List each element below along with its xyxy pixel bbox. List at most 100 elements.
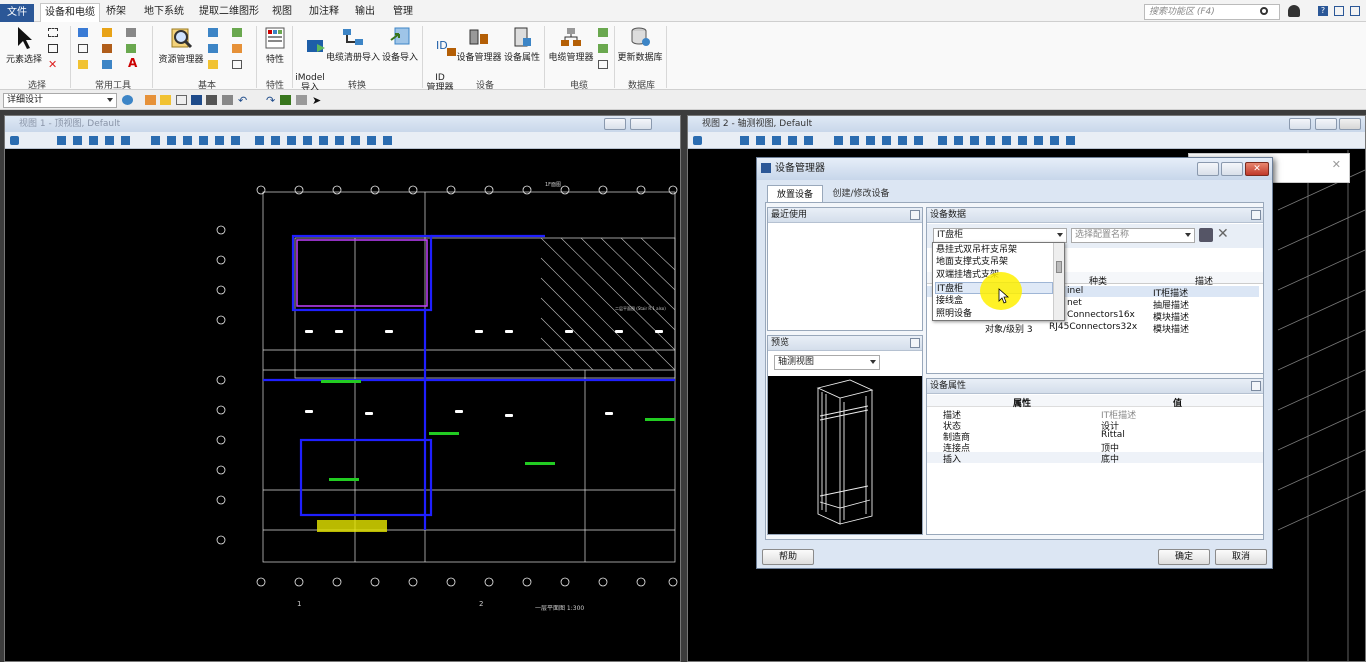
resource-manager-button[interactable]: 资源管理器 — [158, 26, 204, 65]
axis-label-1: 1 — [297, 600, 301, 608]
tab-manage[interactable]: 管理 — [389, 3, 417, 20]
globe-icon[interactable] — [122, 95, 133, 105]
pointer-icon[interactable]: ➤ — [312, 94, 323, 107]
tool-icon-1[interactable] — [78, 28, 88, 37]
dialog-close-button[interactable]: ✕ — [1245, 162, 1269, 176]
redo-icon[interactable]: ↷ — [266, 94, 277, 107]
cable-icon-2[interactable] — [598, 44, 608, 53]
config-name-select[interactable]: 选择配置名称 — [1071, 228, 1195, 243]
folder-icon[interactable] — [160, 95, 171, 105]
tab-bridge[interactable]: 桥架 — [102, 3, 130, 20]
cancel-button[interactable]: 取消 — [1215, 549, 1267, 565]
save-icon[interactable] — [191, 95, 202, 105]
user-icon[interactable] — [1288, 5, 1300, 17]
restore-icon[interactable] — [1350, 6, 1360, 16]
tool-icon-5[interactable] — [102, 44, 112, 53]
delete-icon[interactable]: ✕ — [48, 59, 58, 70]
text-icon[interactable]: A — [128, 57, 138, 69]
fence-icon[interactable] — [48, 28, 58, 37]
basic-icon-5[interactable] — [208, 60, 218, 69]
close-icon[interactable]: ✕ — [1332, 158, 1341, 171]
tool-icon-6[interactable] — [126, 44, 136, 53]
undo-icon[interactable]: ↶ — [238, 94, 249, 107]
properties-button[interactable]: 特性 — [260, 26, 290, 65]
table-row-kind[interactable]: inel — [1067, 286, 1083, 296]
prop-value[interactable]: 底中 — [1101, 452, 1119, 465]
dropdown-item[interactable]: 照明设备 — [935, 308, 1053, 320]
search-icon[interactable] — [1260, 7, 1268, 15]
basic-icon-2[interactable] — [232, 28, 242, 37]
tool-icon-3[interactable] — [126, 28, 136, 37]
print-icon[interactable] — [296, 95, 307, 105]
device-type-select[interactable]: IT盘柜 — [933, 228, 1067, 243]
device-manager-button[interactable]: 设备管理器 — [456, 26, 502, 63]
prop-value[interactable]: Rittal — [1101, 430, 1125, 440]
cable-list-import-button[interactable]: 电缆清册导入 — [326, 26, 380, 63]
tool-icon-8[interactable] — [102, 60, 112, 69]
mouse-pointer-icon — [998, 288, 1010, 304]
tool-icon-7[interactable] — [78, 60, 88, 69]
view-1-minimize-button[interactable] — [604, 118, 626, 130]
table-row-desc[interactable]: 模块描述 — [1153, 322, 1189, 335]
device-import-button[interactable]: 设备导入 — [382, 26, 418, 63]
pin-icon[interactable] — [910, 338, 920, 348]
properties-icon[interactable] — [222, 95, 233, 105]
dropdown-item[interactable]: 悬挂式双吊杆支吊架 — [935, 244, 1053, 256]
dialog-maximize-button[interactable] — [1221, 162, 1243, 176]
tab-create-modify[interactable]: 创建/修改设备 — [829, 185, 893, 203]
device-properties-button[interactable]: 设备属性 — [502, 26, 542, 63]
update-database-button[interactable]: 更新数据库 — [616, 26, 664, 63]
tab-device-cable[interactable]: 设备和电缆 — [40, 3, 100, 22]
open-folder-icon[interactable] — [145, 95, 156, 105]
tab-extract-2d[interactable]: 提取二维图形 — [195, 3, 263, 20]
element-select-button[interactable]: 元素选择 — [4, 26, 44, 65]
preview-mode-select[interactable]: 轴测视图 — [774, 355, 880, 370]
dropdown-item[interactable]: 地面支撑式支吊架 — [935, 256, 1053, 268]
basic-icon-6[interactable] — [232, 60, 242, 69]
view-1-window[interactable]: 视图 1 - 顶视图, Default 1F面图 一层平面图 1:300 1 2… — [4, 115, 681, 662]
tab-view[interactable]: 视图 — [268, 3, 296, 20]
delete-config-icon[interactable]: ✕ — [1217, 226, 1233, 242]
tool-icon-4[interactable] — [78, 44, 88, 53]
pin-icon[interactable] — [1251, 210, 1261, 220]
pin-icon[interactable] — [280, 95, 291, 105]
table-row-kind[interactable]: Connectors16x — [1067, 310, 1135, 320]
help-icon[interactable]: ? — [1318, 6, 1328, 16]
table-row-kind[interactable]: RJ45Connectors32x — [1049, 322, 1137, 332]
tab-place-device[interactable]: 放置设备 — [767, 185, 823, 203]
view-2-close-button[interactable] — [1339, 118, 1361, 130]
file-menu[interactable]: 文件 — [0, 4, 34, 22]
tab-annotate[interactable]: 加注释 — [305, 3, 343, 20]
cable-icon-1[interactable] — [598, 28, 608, 37]
workspace-select[interactable]: 详细设计 — [3, 93, 117, 108]
save-config-icon[interactable] — [1199, 228, 1213, 242]
device-properties-icon — [514, 27, 531, 47]
basic-icon-1[interactable] — [208, 28, 218, 37]
select-box-icon[interactable] — [48, 44, 58, 53]
scroll-thumb[interactable] — [1056, 261, 1062, 273]
view-2-minimize-button[interactable] — [1289, 118, 1311, 130]
table-row-level[interactable]: 对象/级别 3 — [985, 322, 1033, 335]
dropdown-scrollbar[interactable] — [1053, 243, 1064, 320]
dialog-minimize-button[interactable] — [1197, 162, 1219, 176]
ok-button[interactable]: 确定 — [1158, 549, 1210, 565]
new-file-icon[interactable] — [176, 95, 187, 105]
basic-icon-3[interactable] — [208, 44, 218, 53]
cable-icon-3[interactable] — [598, 60, 608, 69]
help-button[interactable]: 帮助 — [762, 549, 814, 565]
minimize-icon[interactable] — [1334, 6, 1344, 16]
tool-icon-2[interactable] — [102, 28, 112, 37]
tab-output[interactable]: 输出 — [351, 3, 379, 20]
tab-underground[interactable]: 地下系统 — [140, 3, 188, 20]
view-2-tools-icons — [693, 136, 1075, 145]
drawing-wide-note: 二层平面图 (Stair R.1 also) — [615, 305, 666, 311]
pin-icon[interactable] — [1251, 381, 1261, 391]
basic-icon-4[interactable] — [232, 44, 242, 53]
view-1-restore-button[interactable] — [630, 118, 652, 130]
table-row-kind[interactable]: net — [1067, 298, 1082, 308]
cable-manager-button[interactable]: 电缆管理器 — [546, 26, 596, 63]
save-all-icon[interactable] — [206, 95, 217, 105]
pin-icon[interactable] — [910, 210, 920, 220]
view-2-restore-button[interactable] — [1315, 118, 1337, 130]
top-view-drawing[interactable]: 1F面图 一层平面图 1:300 1 2 二层平面图 (Stair R.1 al… — [5, 150, 680, 662]
